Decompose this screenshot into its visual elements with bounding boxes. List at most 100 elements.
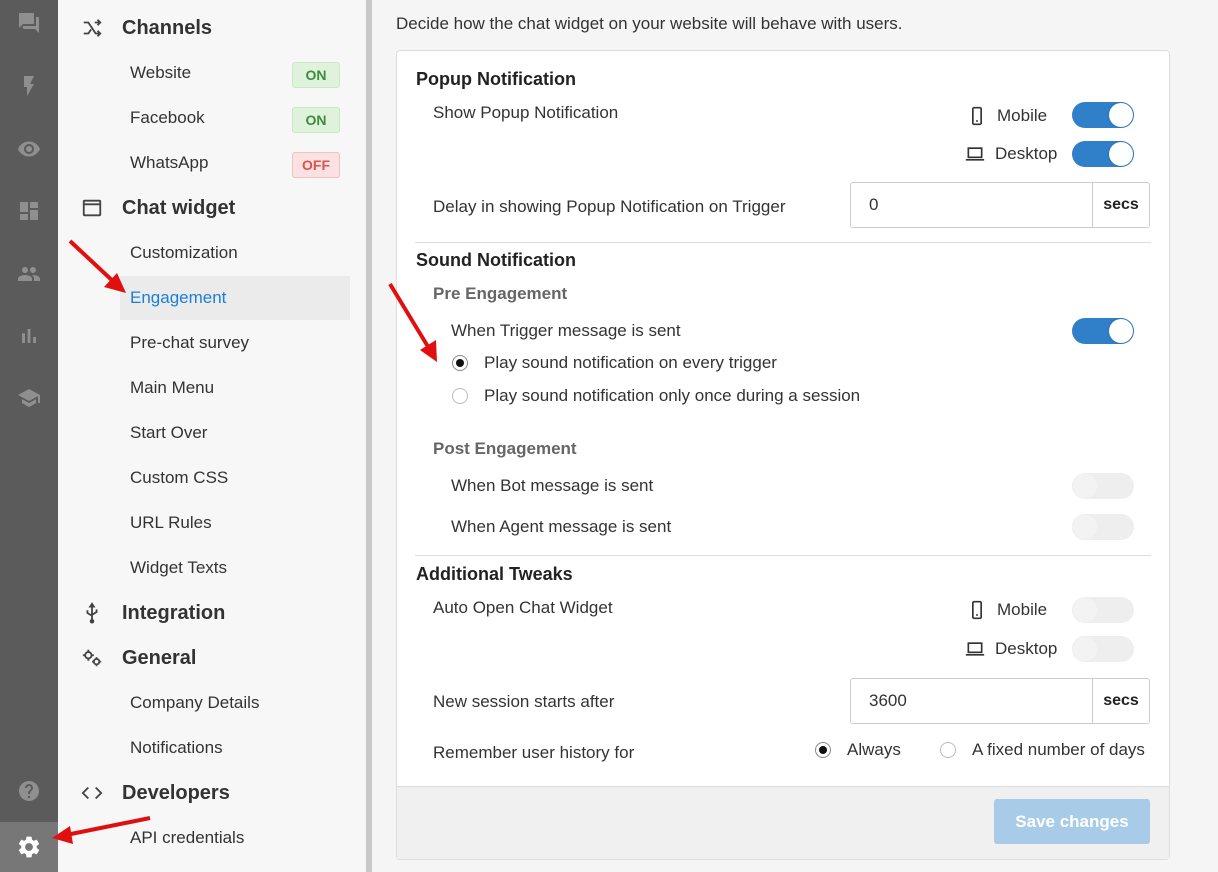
save-changes-button[interactable]: Save changes <box>994 799 1150 844</box>
nav-item-custom-css[interactable]: Custom CSS <box>120 456 350 500</box>
sound-heading: Sound Notification <box>416 250 576 270</box>
nav-section-label: General <box>122 646 197 669</box>
radio-every-trigger[interactable]: Play sound notification on every trigger <box>452 353 777 373</box>
bolt-icon[interactable] <box>14 71 44 101</box>
nav-item-url-rules[interactable]: URL Rules <box>120 501 350 545</box>
nav-section-label: Channels <box>122 16 213 39</box>
device-label: Desktop <box>995 639 1058 658</box>
device-label: Mobile <box>997 106 1048 125</box>
nav-item-label: Engagement <box>130 288 227 307</box>
nav-item-website[interactable]: Website ON <box>120 51 350 95</box>
tweaks-heading: Additional Tweaks <box>416 564 573 584</box>
nav-item-company-details[interactable]: Company Details <box>120 681 350 725</box>
dashboard-icon[interactable] <box>14 196 44 226</box>
nav-section-chat-widget[interactable]: Chat widget <box>80 193 235 223</box>
popup-desktop-label: Desktop <box>965 144 1057 164</box>
radio-label: A fixed number of days <box>972 740 1145 759</box>
show-popup-label: Show Popup Notification <box>433 103 619 122</box>
radio-dot[interactable] <box>452 388 468 404</box>
nav-item-api-credentials[interactable]: API credentials <box>120 816 350 860</box>
nav-item-notifications[interactable]: Notifications <box>120 726 350 770</box>
radio-dot[interactable] <box>940 742 956 758</box>
main-content: Decide how the chat widget on your websi… <box>372 0 1218 872</box>
usb-icon <box>80 601 104 625</box>
window-icon <box>80 196 104 220</box>
session-unit: secs <box>1092 679 1149 723</box>
popup-mobile-label: Mobile <box>967 106 1047 126</box>
eye-icon[interactable] <box>14 134 44 164</box>
people-icon[interactable] <box>14 259 44 289</box>
settings-nav: Channels Website ON Facebook ON WhatsApp… <box>58 0 366 872</box>
status-badge: ON <box>292 107 340 133</box>
nav-item-whatsapp[interactable]: WhatsApp OFF <box>120 141 350 185</box>
radio-dot[interactable] <box>815 742 831 758</box>
icon-rail <box>0 0 58 872</box>
card-footer: Save changes <box>397 786 1169 859</box>
toggle-knob <box>1073 474 1097 498</box>
popup-delay-group: secs <box>850 182 1150 228</box>
nav-item-start-over[interactable]: Start Over <box>120 411 350 455</box>
auto-open-mobile-toggle[interactable] <box>1072 597 1134 623</box>
auto-open-desktop-label: Desktop <box>965 639 1057 659</box>
nav-section-label: Integration <box>122 601 226 624</box>
nav-item-pre-chat-survey[interactable]: Pre-chat survey <box>120 321 350 365</box>
laptop-icon <box>965 147 985 161</box>
status-badge: ON <box>292 62 340 88</box>
nav-item-widget-texts[interactable]: Widget Texts <box>120 546 350 590</box>
page-description: Decide how the chat widget on your websi… <box>396 14 903 33</box>
cogs-icon <box>80 646 104 670</box>
nav-section-developers[interactable]: Developers <box>80 778 230 808</box>
agent-message-label: When Agent message is sent <box>451 517 672 536</box>
nav-item-facebook[interactable]: Facebook ON <box>120 96 350 140</box>
radio-label: Play sound notification only once during… <box>484 386 861 405</box>
device-label: Desktop <box>995 144 1058 163</box>
radio-history-fixed[interactable]: A fixed number of days <box>940 740 1145 760</box>
help-icon[interactable] <box>14 776 44 806</box>
nav-item-label: Customization <box>130 243 238 262</box>
nav-item-label: Widget Texts <box>130 558 228 577</box>
settings-icon[interactable] <box>0 822 58 872</box>
nav-item-engagement[interactable]: Engagement <box>120 276 350 320</box>
popup-mobile-toggle[interactable] <box>1072 102 1134 128</box>
radio-label: Always <box>847 740 901 759</box>
laptop-icon <box>965 642 985 656</box>
toggle-knob <box>1073 598 1097 622</box>
delay-unit: secs <box>1092 183 1149 227</box>
shuffle-icon <box>80 16 104 40</box>
divider <box>415 242 1151 243</box>
toggle-knob <box>1109 319 1133 343</box>
nav-item-label: API credentials <box>130 828 245 847</box>
nav-item-label: URL Rules <box>130 513 212 532</box>
radio-dot[interactable] <box>452 355 468 371</box>
mobile-icon <box>972 600 982 620</box>
nav-item-main-menu[interactable]: Main Menu <box>120 366 350 410</box>
school-icon[interactable] <box>14 383 44 413</box>
session-input[interactable] <box>851 679 1092 723</box>
bar-chart-icon[interactable] <box>14 321 44 351</box>
nav-section-general[interactable]: General <box>80 643 196 673</box>
popup-delay-input[interactable] <box>851 183 1092 227</box>
bot-sound-toggle[interactable] <box>1072 473 1134 499</box>
nav-item-label: WhatsApp <box>130 153 209 172</box>
nav-item-customization[interactable]: Customization <box>120 231 350 275</box>
auto-open-desktop-toggle[interactable] <box>1072 636 1134 662</box>
chat-icon[interactable] <box>14 8 44 38</box>
nav-item-label: Start Over <box>130 423 208 442</box>
nav-item-label: Facebook <box>130 108 205 127</box>
nav-item-label: Website <box>130 63 192 82</box>
nav-section-channels[interactable]: Channels <box>80 13 212 43</box>
nav-item-label: Notifications <box>130 738 223 757</box>
radio-once-per-session[interactable]: Play sound notification only once during… <box>452 386 860 406</box>
trigger-sound-toggle[interactable] <box>1072 318 1134 344</box>
radio-history-always[interactable]: Always <box>815 740 901 760</box>
popup-desktop-toggle[interactable] <box>1072 141 1134 167</box>
agent-sound-toggle[interactable] <box>1072 514 1134 540</box>
nav-section-integration[interactable]: Integration <box>80 598 225 628</box>
bot-message-label: When Bot message is sent <box>451 476 654 495</box>
popup-delay-label: Delay in showing Popup Notification on T… <box>433 197 786 216</box>
radio-label: Play sound notification on every trigger <box>484 353 777 372</box>
auto-open-mobile-label: Mobile <box>967 600 1047 620</box>
nav-item-label: Custom CSS <box>130 468 229 487</box>
toggle-knob <box>1073 637 1097 661</box>
toggle-knob <box>1109 142 1133 166</box>
